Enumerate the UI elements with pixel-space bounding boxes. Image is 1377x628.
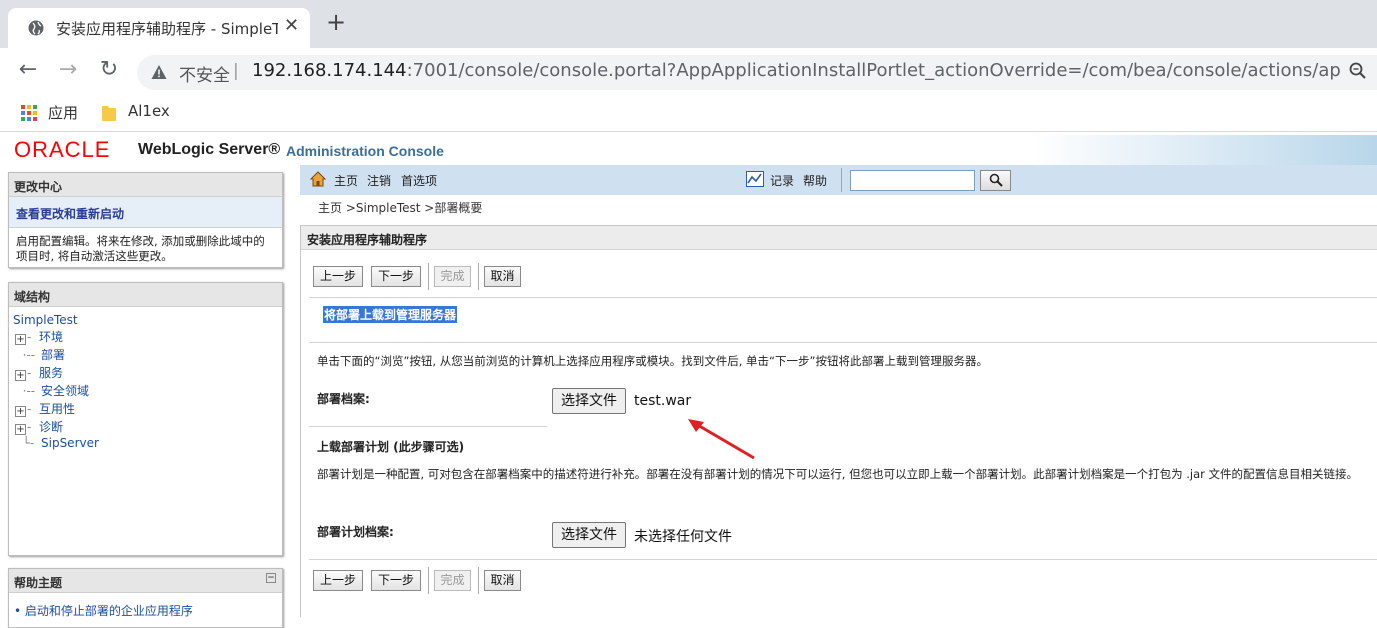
apps-grid-icon[interactable]	[20, 104, 38, 122]
browser-tab[interactable]: 安装应用程序辅助程序 - SimpleTest ✕	[8, 8, 310, 48]
globe-icon	[28, 20, 44, 36]
nav-preferences[interactable]: 首选项	[401, 172, 437, 189]
tree-item-deployments[interactable]: ·-- 部署	[15, 346, 65, 363]
bookmarks-bar: 应用 Al1ex	[0, 96, 1377, 132]
breadcrumb[interactable]: 主页 >SimpleTest >部署概要	[318, 199, 482, 216]
browser-tabstrip: 安装应用程序辅助程序 - SimpleTest ✕ +	[0, 0, 1377, 48]
cancel-button[interactable]: 取消	[484, 266, 521, 287]
new-tab-button[interactable]: +	[326, 10, 346, 34]
bookmark-apps[interactable]: 应用	[48, 102, 78, 123]
help-topics-title: 帮助主题 −	[9, 569, 282, 593]
url-host: 192.168.174.144	[252, 60, 407, 81]
search-input[interactable]	[850, 170, 975, 191]
archive-label: 部署档案:	[317, 392, 370, 406]
forward-arrow-icon[interactable]: →	[56, 58, 80, 82]
product-name: WebLogic Server®	[138, 141, 281, 158]
close-tab-icon[interactable]: ✕	[284, 15, 299, 36]
product-subtitle: Administration Console	[286, 143, 444, 159]
back-button[interactable]: 上一步	[313, 266, 363, 287]
nav-home[interactable]: 主页	[334, 172, 358, 189]
tree-item-services[interactable]: + - 服务	[15, 364, 63, 381]
plan-description: 部署计划是一种配置, 可对包含在部署档案中的描述符进行补充。部署在没有部署计划的…	[317, 467, 1359, 481]
next-button[interactable]: 下一步	[371, 570, 421, 591]
insecure-label[interactable]: 不安全	[179, 61, 230, 86]
domain-structure-panel: 域结构 SimpleTest + - 环境 ·-- 部署 + - 服务 ·-- 安全领域 +…	[8, 282, 283, 556]
warning-icon[interactable]	[151, 64, 167, 80]
install-assistant-panel: 安装应用程序辅助程序 上一步 下一步 完成 取消 将部署上载到管理服务器 单击下…	[300, 225, 1377, 617]
record-icon[interactable]	[746, 171, 764, 187]
change-center-text: 启用配置编辑。将来在修改, 添加或删除此域中的项目时, 将自动激活这些更改。	[16, 234, 265, 263]
instruction-text: 单击下面的“浏览”按钮, 从您当前浏览的计算机上选择应用程序或模块。找到文件后,…	[317, 354, 988, 368]
domain-structure-title: 域结构	[9, 283, 282, 307]
url-path: :7001/console/console.portal?AppApplicat…	[406, 60, 1342, 81]
tab-title: 安装应用程序辅助程序 - SimpleTest	[56, 20, 278, 38]
expand-icon[interactable]: +	[15, 370, 26, 381]
page-title: 安装应用程序辅助程序	[301, 226, 1377, 250]
nav-help[interactable]: 帮助	[803, 172, 827, 189]
choose-archive-button[interactable]: 选择文件	[552, 388, 626, 414]
tree-item-environment[interactable]: + - 环境	[15, 328, 63, 345]
search-icon	[989, 173, 1003, 187]
change-center-title: 更改中心	[9, 173, 282, 197]
url-separator: |	[233, 61, 239, 81]
url-text[interactable]: 192.168.174.144:7001/console/console.por…	[252, 60, 1342, 81]
console-header: ORACLE WebLogic Server® Administration C…	[0, 135, 1377, 165]
plan-label: 部署计划档案:	[317, 525, 394, 539]
tree-item-sipserver[interactable]: └- SipServer	[15, 436, 99, 450]
oracle-logo: ORACLE	[14, 137, 111, 162]
collapse-icon[interactable]: −	[266, 573, 276, 583]
tree-item-security-realms[interactable]: ·-- 安全领域	[15, 382, 89, 399]
expand-icon[interactable]: +	[15, 424, 26, 435]
console-topnav: 主页 注销 首选项 记录 帮助	[300, 165, 1377, 195]
tree-item-interoperability[interactable]: + - 互用性	[15, 400, 75, 417]
finish-button[interactable]: 完成	[434, 570, 471, 591]
cancel-button[interactable]: 取消	[484, 570, 521, 591]
plan-section-title: 上载部署计划 (此步骤可选)	[317, 440, 465, 454]
bookmark-al1ex[interactable]: Al1ex	[128, 102, 170, 120]
help-topic-item[interactable]: • 启动和停止部署的企业应用程序	[9, 593, 282, 628]
nav-divider	[841, 168, 842, 192]
help-topics-panel: 帮助主题 − • 启动和停止部署的企业应用程序	[8, 568, 283, 628]
view-changes-link[interactable]: 查看更改和重新启动	[9, 197, 282, 228]
archive-file-name: test.war	[634, 393, 692, 409]
next-button[interactable]: 下一步	[371, 266, 421, 287]
expand-icon[interactable]: +	[15, 406, 26, 417]
zoom-icon[interactable]	[1349, 62, 1367, 80]
tree-root-simpletest[interactable]: SimpleTest	[13, 313, 78, 327]
finish-button[interactable]: 完成	[434, 266, 471, 287]
back-button[interactable]: 上一步	[313, 570, 363, 591]
change-center-panel: 更改中心 查看更改和重新启动 启用配置编辑。将来在修改, 添加或删除此域中的项目…	[8, 172, 283, 268]
expand-icon[interactable]: +	[15, 334, 26, 345]
choose-plan-button[interactable]: 选择文件	[552, 522, 626, 548]
reload-icon[interactable]: ↻	[97, 58, 121, 82]
home-icon[interactable]	[310, 171, 326, 187]
folder-icon[interactable]	[101, 104, 117, 122]
nav-logout[interactable]: 注销	[367, 172, 391, 189]
tree-item-diagnostics[interactable]: + - 诊断	[15, 418, 63, 435]
annotation-arrow-icon	[688, 419, 755, 460]
search-button[interactable]	[980, 170, 1011, 191]
address-bar[interactable]: 不安全 | 192.168.174.144:7001/console/conso…	[137, 55, 1377, 90]
back-arrow-icon[interactable]: ←	[16, 58, 40, 82]
plan-file-name: 未选择任何文件	[634, 529, 732, 545]
nav-record[interactable]: 记录	[770, 172, 794, 189]
section-heading: 将部署上载到管理服务器	[323, 306, 458, 323]
